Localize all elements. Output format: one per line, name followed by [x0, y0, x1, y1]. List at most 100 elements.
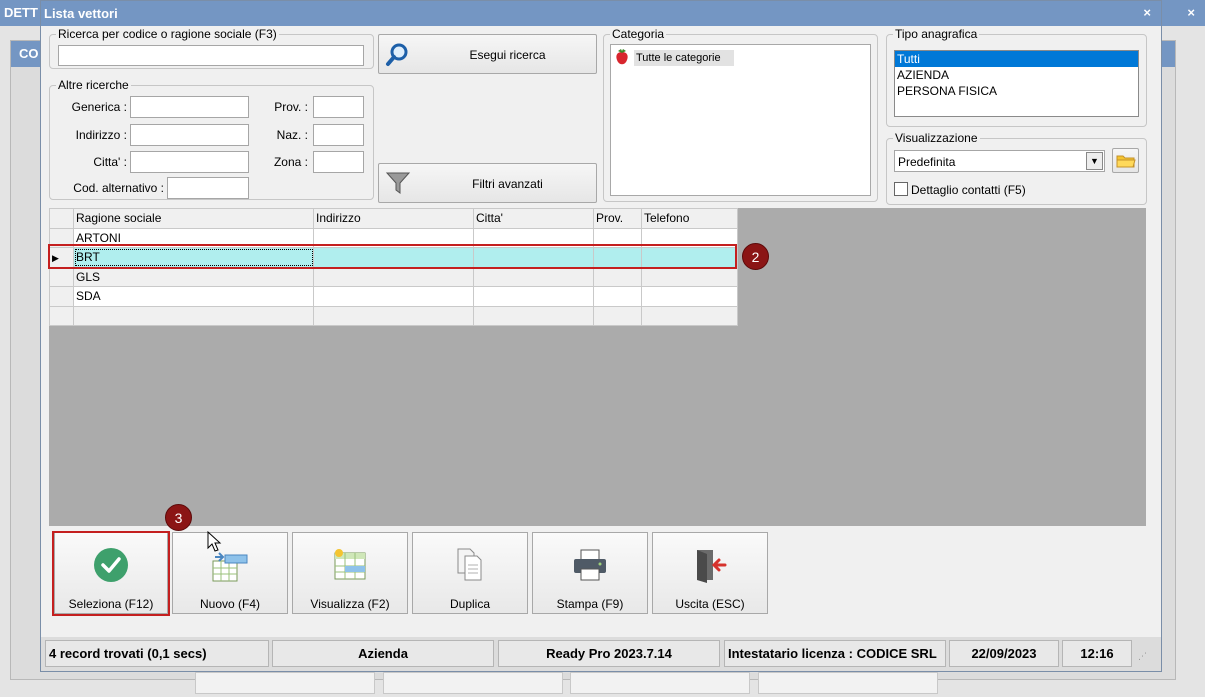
status-records: 4 record trovati (0,1 secs) [45, 640, 269, 667]
filtri-avanzati-button[interactable]: Filtri avanzati [378, 163, 597, 203]
categoria-legend: Categoria [612, 27, 665, 41]
column-header[interactable]: Indirizzo [313, 208, 474, 229]
parent-title: DETT [4, 5, 38, 20]
tipo-anagrafica-list[interactable]: Tutti AZIENDA PERSONA FISICA [894, 50, 1139, 117]
visualizza-label: Visualizza (F2) [310, 597, 390, 611]
window-title: Lista vettori [44, 6, 118, 21]
open-folder-button[interactable] [1112, 148, 1139, 173]
cod-alternativo-label: Cod. alternativo : [73, 181, 164, 195]
search-icon [386, 43, 408, 66]
uscita-label: Uscita (ESC) [675, 597, 745, 611]
table-header-row: Ragione sociale Indirizzo Citta' Prov. T… [49, 208, 738, 229]
column-header[interactable]: Telefono [641, 208, 738, 229]
search-legend: Ricerca per codice o ragione sociale (F3… [58, 27, 277, 41]
step-badge: 3 [165, 504, 192, 531]
duplica-button[interactable]: Duplica [412, 532, 528, 614]
stampa-button[interactable]: Stampa (F9) [532, 532, 648, 614]
tipo-item-persona-fisica[interactable]: PERSONA FISICA [895, 83, 1138, 99]
esegui-ricerca-label: Esegui ricerca [469, 48, 546, 62]
stampa-label: Stampa (F9) [556, 597, 624, 611]
prov-label: Prov. : [274, 100, 308, 114]
naz-label: Naz. : [276, 128, 308, 142]
row-header[interactable] [49, 305, 74, 326]
status-bar: 4 record trovati (0,1 secs) Azienda Read… [41, 637, 1161, 671]
tipo-item-tutti[interactable]: Tutti [895, 51, 1138, 67]
uscita-button[interactable]: Uscita (ESC) [652, 532, 768, 614]
resize-grip-icon[interactable]: ⋰ [1138, 651, 1148, 661]
table-cell[interactable] [473, 286, 594, 307]
printer-icon [574, 549, 606, 581]
filter-icon [385, 172, 411, 194]
cod-alternativo-input[interactable] [167, 177, 249, 199]
indirizzo-input[interactable] [130, 124, 249, 146]
dettaglio-contatti-label: Dettaglio contatti (F5) [911, 183, 1026, 197]
parent-tab [570, 672, 750, 694]
parent-tab [758, 672, 938, 694]
column-header[interactable]: Citta' [473, 208, 594, 229]
table-cell[interactable] [473, 305, 594, 326]
status-time: 12:16 [1062, 640, 1132, 667]
column-header[interactable]: Ragione sociale [73, 208, 314, 229]
table-cell[interactable] [641, 305, 738, 326]
table-row[interactable]: SDA [49, 286, 738, 307]
close-icon[interactable]: × [1143, 5, 1151, 20]
row-highlight-annotation [48, 244, 737, 269]
chevron-down-icon[interactable]: ▼ [1086, 152, 1103, 170]
mouse-cursor-icon [207, 531, 222, 552]
citta-input[interactable] [130, 151, 249, 173]
categoria-tree[interactable]: Tutte le categorie [610, 44, 871, 196]
table-cell[interactable]: SDA [73, 286, 314, 307]
column-header[interactable]: Prov. [593, 208, 642, 229]
seleziona-highlight-annotation [52, 531, 170, 616]
status-tipo: Azienda [272, 640, 494, 667]
search-input[interactable] [58, 45, 364, 66]
nuovo-button[interactable]: Nuovo (F4) [172, 532, 288, 614]
row-header-corner [49, 208, 74, 229]
table-cell[interactable] [593, 266, 642, 287]
table-cell[interactable] [313, 286, 474, 307]
visualizzazione-value: Predefinita [898, 155, 956, 169]
step-badge: 2 [742, 243, 769, 270]
table-cell[interactable] [313, 305, 474, 326]
status-version: Ready Pro 2023.7.14 [498, 640, 720, 667]
window-title-bar: Lista vettori × [41, 1, 1161, 26]
table-cell[interactable] [73, 305, 314, 326]
naz-input[interactable] [313, 124, 364, 146]
filtri-avanzati-label: Filtri avanzati [472, 177, 543, 191]
dettaglio-contatti-checkbox[interactable] [894, 182, 908, 196]
table-row[interactable]: GLS [49, 266, 738, 287]
nuovo-label: Nuovo (F4) [199, 597, 261, 611]
tipo-item-azienda[interactable]: AZIENDA [895, 67, 1138, 83]
strawberry-icon [616, 49, 628, 65]
status-licenza: Intestatario licenza : CODICE SRL [724, 640, 946, 667]
parent-close-icon[interactable]: × [1187, 5, 1195, 20]
table-cell[interactable] [593, 305, 642, 326]
row-header[interactable] [49, 286, 74, 307]
table-cell[interactable]: GLS [73, 266, 314, 287]
indirizzo-label: Indirizzo : [75, 128, 127, 142]
parent-tab [195, 672, 375, 694]
table-cell[interactable] [641, 286, 738, 307]
table-cell[interactable] [313, 266, 474, 287]
folder-icon [1116, 155, 1136, 168]
esegui-ricerca-button[interactable]: Esegui ricerca [378, 34, 597, 74]
visualizza-button[interactable]: Visualizza (F2) [292, 532, 408, 614]
zona-label: Zona : [273, 155, 308, 169]
table-cell[interactable] [641, 266, 738, 287]
categoria-item-label: Tutte le categorie [634, 50, 734, 66]
table-row[interactable] [49, 305, 738, 326]
table-cell[interactable] [473, 266, 594, 287]
prov-input[interactable] [313, 96, 364, 118]
visualizzazione-select[interactable]: Predefinita ▼ [894, 150, 1105, 172]
status-date: 22/09/2023 [949, 640, 1059, 667]
lista-vettori-window: Lista vettori × Ricerca per codice o rag… [40, 0, 1162, 672]
generica-input[interactable] [130, 96, 249, 118]
tipo-anagrafica-legend: Tipo anagrafica [895, 27, 978, 41]
row-header[interactable] [49, 266, 74, 287]
duplica-label: Duplica [449, 597, 491, 611]
table-cell[interactable] [593, 286, 642, 307]
citta-label: Citta' : [93, 155, 127, 169]
generica-label: Generica : [71, 100, 127, 114]
exit-icon [697, 550, 727, 583]
zona-input[interactable] [313, 151, 364, 173]
